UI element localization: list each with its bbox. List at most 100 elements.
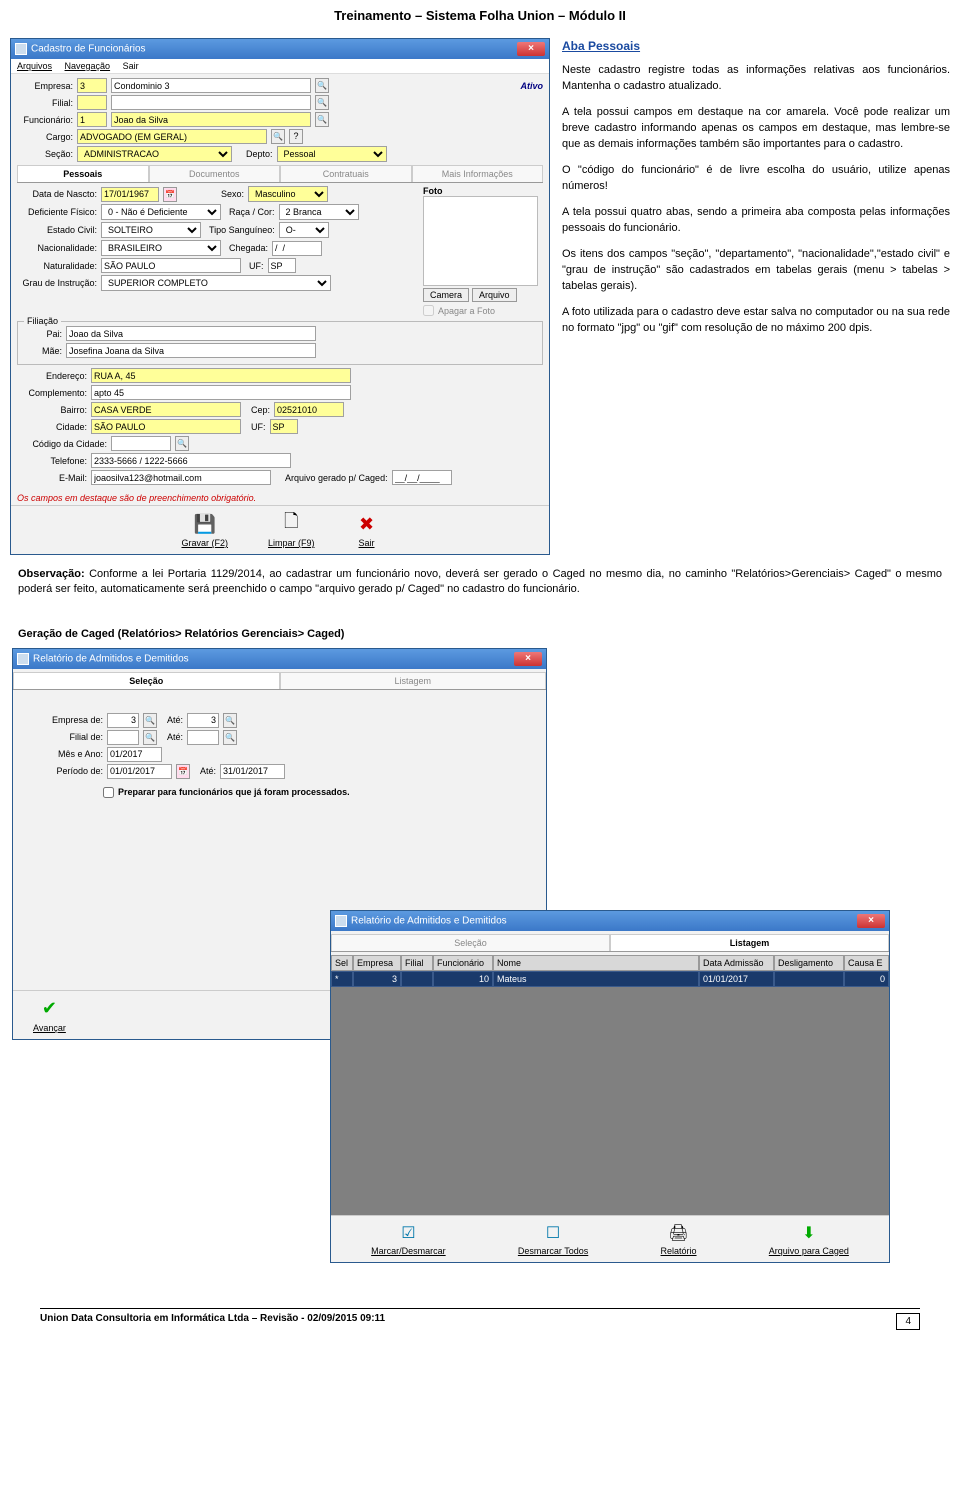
codigo-cidade[interactable] bbox=[111, 436, 171, 451]
col-empresa[interactable]: Empresa bbox=[353, 955, 401, 971]
lbl-complemento: Complemento: bbox=[17, 388, 87, 398]
lbl-estado-civil: Estado Civil: bbox=[17, 225, 97, 235]
lbl-foto: Foto bbox=[423, 186, 543, 196]
empresa-nome[interactable] bbox=[111, 78, 311, 93]
periodo-de[interactable] bbox=[107, 764, 172, 779]
tipo-sang[interactable]: O- bbox=[279, 222, 329, 238]
lbl-bairro: Bairro: bbox=[17, 405, 87, 415]
lbl-cargo: Cargo: bbox=[17, 132, 73, 142]
col-nome[interactable]: Nome bbox=[493, 955, 699, 971]
depto[interactable]: Pessoal bbox=[277, 146, 387, 162]
marcar-button[interactable]: ☑Marcar/Desmarcar bbox=[371, 1222, 446, 1256]
lookup-icon[interactable]: 🔍 bbox=[271, 129, 285, 144]
menu-sair[interactable]: Sair bbox=[123, 61, 139, 71]
secao[interactable]: ADMINISTRACAO bbox=[77, 146, 232, 162]
table-row[interactable]: * 3 10 Mateus 01/01/2017 0 bbox=[331, 971, 889, 987]
estado-civil[interactable]: SOLTEIRO bbox=[101, 222, 201, 238]
filial-ate[interactable] bbox=[187, 730, 219, 745]
data-nascto[interactable] bbox=[101, 187, 159, 202]
col-causa[interactable]: Causa E bbox=[844, 955, 889, 971]
filial-nome[interactable] bbox=[111, 95, 311, 110]
col-filial[interactable]: Filial bbox=[401, 955, 433, 971]
col-desligamento[interactable]: Desligamento bbox=[774, 955, 844, 971]
menu-arquivos[interactable]: Arquivos bbox=[17, 61, 52, 71]
empresa-cod[interactable] bbox=[77, 78, 107, 93]
uf2[interactable] bbox=[270, 419, 298, 434]
naturalidade[interactable] bbox=[101, 258, 241, 273]
limpar-button[interactable]: 🗋Limpar (F9) bbox=[268, 512, 315, 548]
lookup-icon[interactable]: 🔍 bbox=[315, 95, 329, 110]
camera-button[interactable]: Camera bbox=[423, 288, 469, 302]
tab-selecao[interactable]: Seleção bbox=[331, 934, 610, 951]
avancar-button[interactable]: ✔Avançar bbox=[33, 997, 66, 1033]
lookup-icon[interactable]: 🔍 bbox=[315, 112, 329, 127]
window-title: Relatório de Admitidos e Demitidos bbox=[33, 653, 189, 664]
arquivo-caged-date[interactable] bbox=[392, 470, 452, 485]
para-5: Os itens dos campos "seção", "departamen… bbox=[562, 247, 950, 295]
func-cod[interactable] bbox=[77, 112, 107, 127]
lookup-icon[interactable]: 🔍 bbox=[223, 730, 237, 745]
chegada[interactable] bbox=[272, 241, 322, 256]
endereco[interactable] bbox=[91, 368, 351, 383]
tab-contratuais[interactable]: Contratuais bbox=[280, 165, 412, 182]
relatorio-button[interactable]: 🖨Relatório bbox=[661, 1222, 697, 1256]
filial-de[interactable] bbox=[107, 730, 139, 745]
lbl-periodo-de: Período de: bbox=[33, 766, 103, 776]
telefone[interactable] bbox=[91, 453, 291, 468]
cargo[interactable] bbox=[77, 129, 267, 144]
calendar-icon[interactable]: 📅 bbox=[163, 187, 177, 202]
tab-listagem[interactable]: Listagem bbox=[610, 934, 889, 951]
empresa-de[interactable] bbox=[107, 713, 139, 728]
email[interactable] bbox=[91, 470, 271, 485]
close-icon[interactable]: × bbox=[857, 914, 885, 928]
calendar-icon[interactable]: 📅 bbox=[176, 764, 190, 779]
preparar-check[interactable] bbox=[103, 787, 114, 798]
menu-navegacao[interactable]: Navegação bbox=[65, 61, 111, 71]
periodo-ate[interactable] bbox=[220, 764, 285, 779]
tab-listagem[interactable]: Listagem bbox=[280, 672, 547, 689]
filiacao-group: Filiação Pai: Mãe: bbox=[17, 321, 543, 365]
lbl-filiacao: Filiação bbox=[24, 316, 61, 326]
titlebar: Relatório de Admitidos e Demitidos × bbox=[13, 649, 546, 669]
lookup-icon[interactable]: 🔍 bbox=[223, 713, 237, 728]
grid[interactable]: Sel Empresa Filial Funcionário Nome Data… bbox=[331, 955, 889, 1215]
nacionalidade[interactable]: BRASILEIRO bbox=[101, 240, 221, 256]
uf[interactable] bbox=[268, 258, 296, 273]
deficiente[interactable]: 0 - Não é Deficiente bbox=[101, 204, 221, 220]
cep[interactable] bbox=[274, 402, 344, 417]
filial-cod[interactable] bbox=[77, 95, 107, 110]
desmarcar-todos-button[interactable]: ☐Desmarcar Todos bbox=[518, 1222, 588, 1256]
close-icon[interactable]: × bbox=[517, 42, 545, 56]
lookup-icon[interactable]: 🔍 bbox=[143, 713, 157, 728]
col-data-admissao[interactable]: Data Admissão bbox=[699, 955, 774, 971]
lbl-secao: Seção: bbox=[17, 149, 73, 159]
close-icon[interactable]: × bbox=[514, 652, 542, 666]
sexo[interactable]: Masculino bbox=[248, 186, 328, 202]
tab-mais-info[interactable]: Mais Informações bbox=[412, 165, 544, 182]
lbl-ate: Até: bbox=[200, 766, 216, 776]
lookup-icon[interactable]: 🔍 bbox=[143, 730, 157, 745]
gravar-button[interactable]: 💾Gravar (F2) bbox=[181, 512, 228, 548]
mae[interactable] bbox=[66, 343, 316, 358]
sair-button[interactable]: ✖Sair bbox=[355, 512, 379, 548]
col-funcionario[interactable]: Funcionário bbox=[433, 955, 493, 971]
pai[interactable] bbox=[66, 326, 316, 341]
empresa-ate[interactable] bbox=[187, 713, 219, 728]
bairro[interactable] bbox=[91, 402, 241, 417]
func-nome[interactable] bbox=[111, 112, 311, 127]
tab-pessoais[interactable]: Pessoais bbox=[17, 165, 149, 182]
arquivo-caged-button[interactable]: ⬇Arquivo para Caged bbox=[769, 1222, 849, 1256]
lookup-icon[interactable]: 🔍 bbox=[315, 78, 329, 93]
grau[interactable]: SUPERIOR COMPLETO bbox=[101, 275, 331, 291]
complemento[interactable] bbox=[91, 385, 351, 400]
help-icon[interactable]: ? bbox=[289, 129, 303, 144]
tab-selecao[interactable]: Seleção bbox=[13, 672, 280, 689]
lbl-endereco: Endereço: bbox=[17, 371, 87, 381]
col-sel[interactable]: Sel bbox=[331, 955, 353, 971]
lookup-icon[interactable]: 🔍 bbox=[175, 436, 189, 451]
arquivo-button[interactable]: Arquivo bbox=[472, 288, 517, 302]
mes-ano[interactable] bbox=[107, 747, 162, 762]
cidade[interactable] bbox=[91, 419, 241, 434]
raca[interactable]: 2 Branca bbox=[279, 204, 359, 220]
tab-documentos[interactable]: Documentos bbox=[149, 165, 281, 182]
